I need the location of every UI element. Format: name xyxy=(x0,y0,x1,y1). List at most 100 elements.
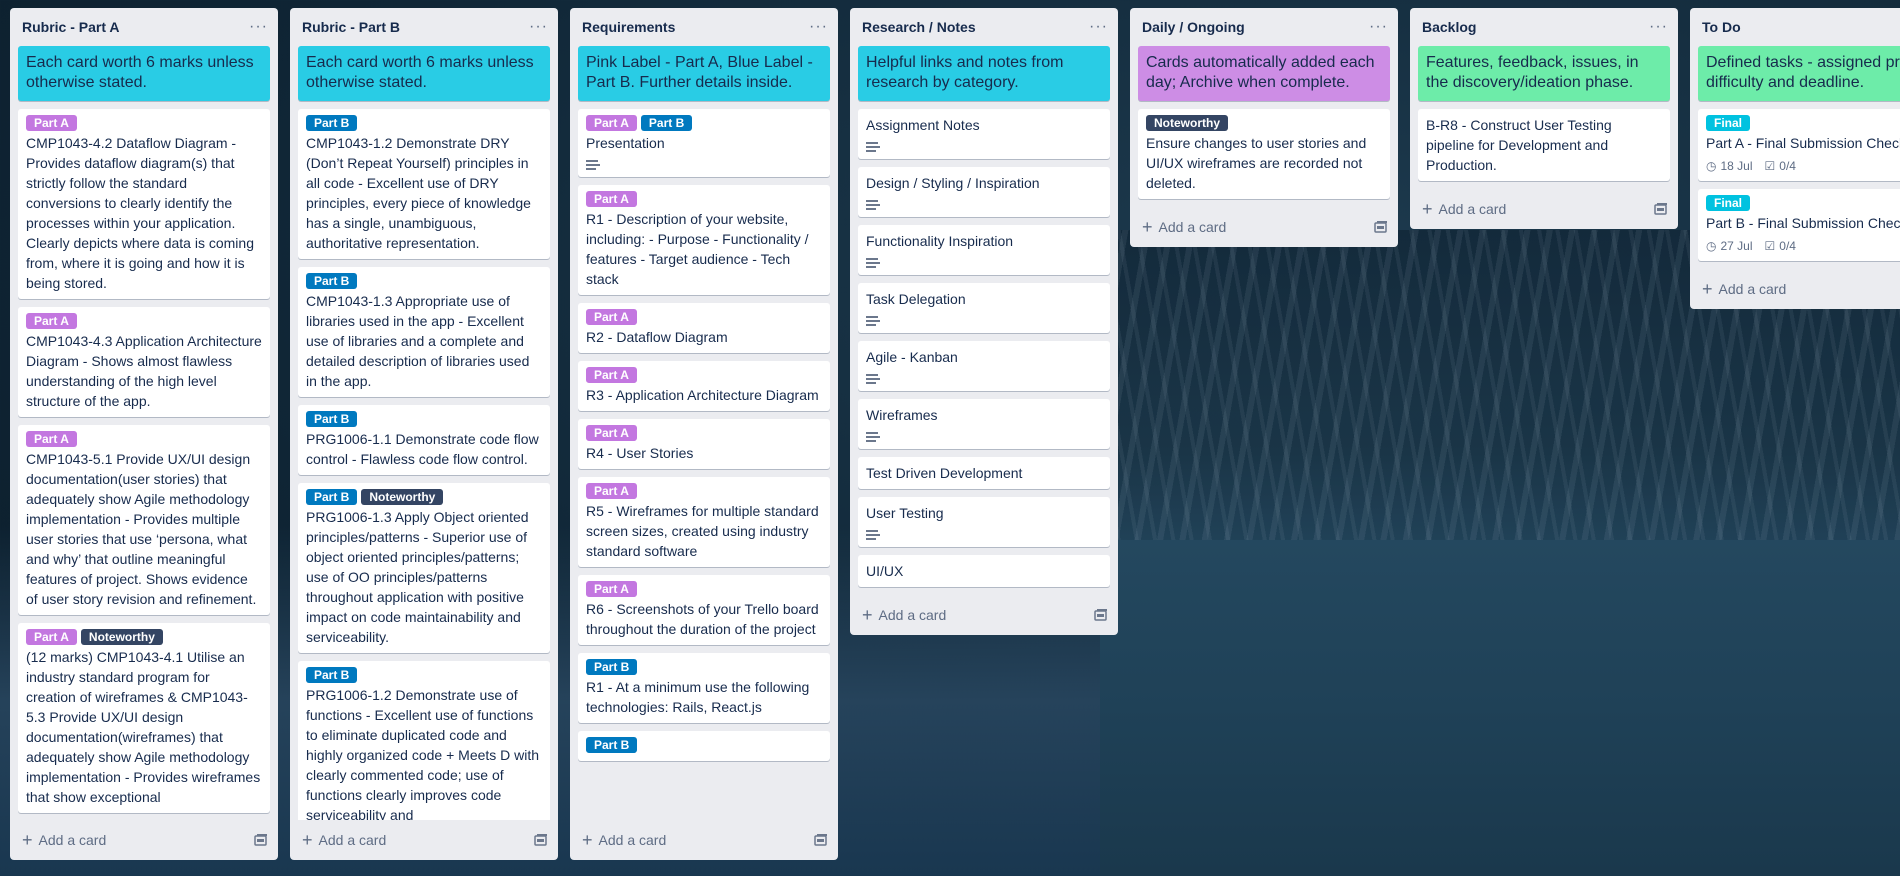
card-label[interactable]: Noteworthy xyxy=(361,489,444,505)
card-label[interactable]: Part B xyxy=(306,667,358,683)
list-description-card[interactable]: Defined tasks - assigned priority, diffi… xyxy=(1698,46,1900,101)
card[interactable]: Part B CMP1043-1.3 Appropriate use of lib… xyxy=(298,267,550,397)
card[interactable]: Design / Styling / Inspiration xyxy=(858,167,1110,217)
ellipsis-icon[interactable]: ··· xyxy=(809,19,828,35)
card-label[interactable]: Part B xyxy=(586,737,638,753)
card[interactable]: Assignment Notes xyxy=(858,109,1110,159)
list-title[interactable]: To Do xyxy=(1702,19,1741,35)
card[interactable]: Test Driven Development xyxy=(858,457,1110,489)
card[interactable]: Agile - Kanban xyxy=(858,341,1110,391)
list-rubric-part-a[interactable]: Rubric - Part A ··· Each card worth 6 mark… xyxy=(10,8,278,860)
card-label[interactable]: Part A xyxy=(586,115,637,131)
card[interactable]: Part B Noteworthy PRG1006-1.3 Apply Object… xyxy=(298,483,550,653)
card-label[interactable]: Part B xyxy=(306,411,358,427)
list-title[interactable]: Daily / Ongoing xyxy=(1142,19,1245,35)
add-card-button[interactable]: + Add a card xyxy=(1142,218,1226,236)
card-label[interactable]: Part B xyxy=(306,489,358,505)
list-description-card[interactable]: Cards automatically added each day; Arch… xyxy=(1138,46,1390,101)
card-label[interactable]: Part A xyxy=(586,367,637,383)
card-template-icon[interactable] xyxy=(1094,608,1108,622)
card[interactable]: Part B PRG1006-1.1 Demonstrate code flow … xyxy=(298,405,550,475)
card[interactable]: Final Part B - Final Submission Checklist… xyxy=(1698,189,1900,261)
card-label[interactable]: Noteworthy xyxy=(80,629,163,645)
list-description-card[interactable]: Pink Label - Part A, Blue Label - Part B… xyxy=(578,46,830,101)
card-template-icon[interactable] xyxy=(1374,220,1388,234)
add-card-button[interactable]: + Add a card xyxy=(582,831,666,849)
card-label[interactable]: Part A xyxy=(586,309,637,325)
card-label[interactable]: Part B xyxy=(640,115,693,131)
card-template-icon[interactable] xyxy=(534,833,548,847)
card-label[interactable]: Part A xyxy=(26,629,77,645)
list-title[interactable]: Research / Notes xyxy=(862,19,976,35)
card[interactable]: Part A R4 - User Stories xyxy=(578,419,830,469)
card-label[interactable]: Final xyxy=(1706,115,1751,131)
card[interactable]: Wireframes xyxy=(858,399,1110,449)
card[interactable]: Part A CMP1043-5.1 Provide UX/UI design d… xyxy=(18,425,270,615)
card[interactable]: UI/UX xyxy=(858,555,1110,587)
list-requirements[interactable]: Requirements ··· Pink Label - Part A, Blue… xyxy=(570,8,838,860)
ellipsis-icon[interactable]: ··· xyxy=(1369,19,1388,35)
card[interactable]: Part A R3 - Application Architecture Diag… xyxy=(578,361,830,411)
card-label[interactable]: Part A xyxy=(26,115,77,131)
add-card-button[interactable]: + Add a card xyxy=(302,831,386,849)
card-template-icon[interactable] xyxy=(1654,202,1668,216)
card-label[interactable]: Part A xyxy=(586,425,637,441)
add-card-button[interactable]: + Add a card xyxy=(22,831,106,849)
card-template-icon[interactable] xyxy=(254,833,268,847)
card[interactable]: Part A R2 - Dataflow Diagram xyxy=(578,303,830,353)
card[interactable]: Part B CMP1043-1.2 Demonstrate DRY (Don’t… xyxy=(298,109,550,259)
card-labels: Part A Noteworthy xyxy=(26,629,262,645)
card[interactable]: Part A R5 - Wireframes for multiple stand… xyxy=(578,477,830,567)
list-daily-ongoing[interactable]: Daily / Ongoing ··· Cards automatically ad… xyxy=(1130,8,1398,247)
card[interactable]: User Testing xyxy=(858,497,1110,547)
card[interactable]: Part A Part B Presentation xyxy=(578,109,830,177)
card[interactable]: Part A CMP1043-4.3 Application Architectu… xyxy=(18,307,270,417)
due-date-badge[interactable]: ◷ 27 Jul xyxy=(1706,237,1753,255)
ellipsis-icon[interactable]: ··· xyxy=(249,19,268,35)
list-title[interactable]: Rubric - Part A xyxy=(22,19,120,35)
add-card-button[interactable]: + Add a card xyxy=(1422,200,1506,218)
list-description-card[interactable]: Helpful links and notes from research by… xyxy=(858,46,1110,101)
add-card-button[interactable]: + Add a card xyxy=(862,606,946,624)
list-backlog[interactable]: Backlog ··· Features, feedback, issues, in… xyxy=(1410,8,1678,229)
card-label[interactable]: Noteworthy xyxy=(1146,115,1228,131)
list-description-card[interactable]: Features, feedback, issues, in the disco… xyxy=(1418,46,1670,101)
card-label[interactable]: Part A xyxy=(586,581,637,597)
card[interactable]: Part A Noteworthy (12 marks) CMP1043-4.1 U… xyxy=(18,623,270,813)
card[interactable]: Part B xyxy=(578,731,830,761)
card-label[interactable]: Part A xyxy=(26,431,77,447)
card[interactable]: Final Part A - Final Submission Checklist… xyxy=(1698,109,1900,181)
list-description-card[interactable]: Each card worth 6 marks unless otherwise… xyxy=(18,46,270,101)
card-title: User Testing xyxy=(866,505,944,521)
list-to-do[interactable]: To Do···Defined tasks - assigned priorit… xyxy=(1690,8,1900,309)
ellipsis-icon[interactable]: ··· xyxy=(529,19,548,35)
add-card-button[interactable]: + Add a card xyxy=(1702,280,1786,298)
list-title[interactable]: Backlog xyxy=(1422,19,1476,35)
list-title[interactable]: Rubric - Part B xyxy=(302,19,400,35)
card[interactable]: Functionality Inspiration xyxy=(858,225,1110,275)
due-date-badge[interactable]: ◷ 18 Jul xyxy=(1706,157,1753,175)
card[interactable]: B-R8 - Construct User Testing pipeline f… xyxy=(1418,109,1670,181)
list-title[interactable]: Requirements xyxy=(582,19,675,35)
card[interactable]: Task Delegation xyxy=(858,283,1110,333)
list-research-notes[interactable]: Research / Notes ··· Helpful links and not… xyxy=(850,8,1118,635)
ellipsis-icon[interactable]: ··· xyxy=(1089,19,1108,35)
card-label[interactable]: Final xyxy=(1706,195,1751,211)
card[interactable]: Noteworthy Ensure changes to user stories… xyxy=(1138,109,1390,199)
card-label[interactable]: Part A xyxy=(26,313,77,329)
card[interactable]: Part B PRG1006-1.2 Demonstrate use of fun… xyxy=(298,661,550,820)
card-label[interactable]: Part B xyxy=(586,659,638,675)
card-label[interactable]: Part A xyxy=(586,191,637,207)
card[interactable]: Part A CMP1043-4.2 Dataflow Diagram - Pro… xyxy=(18,109,270,299)
ellipsis-icon[interactable]: ··· xyxy=(1649,19,1668,35)
card[interactable]: Part A R1 - Description of your website, … xyxy=(578,185,830,295)
card-label[interactable]: Part B xyxy=(306,115,358,131)
list-rubric-part-b[interactable]: Rubric - Part B ··· Each card worth 6 mark… xyxy=(290,8,558,860)
card-label[interactable]: Part B xyxy=(306,273,358,289)
card[interactable]: Part A R6 - Screenshots of your Trello bo… xyxy=(578,575,830,645)
card-template-icon[interactable] xyxy=(814,833,828,847)
card-label[interactable]: Part A xyxy=(586,483,637,499)
card[interactable]: Part B R1 - At a minimum use the followin… xyxy=(578,653,830,723)
list-description-card[interactable]: Each card worth 6 marks unless otherwise… xyxy=(298,46,550,101)
card-labels: Final xyxy=(1706,195,1900,211)
